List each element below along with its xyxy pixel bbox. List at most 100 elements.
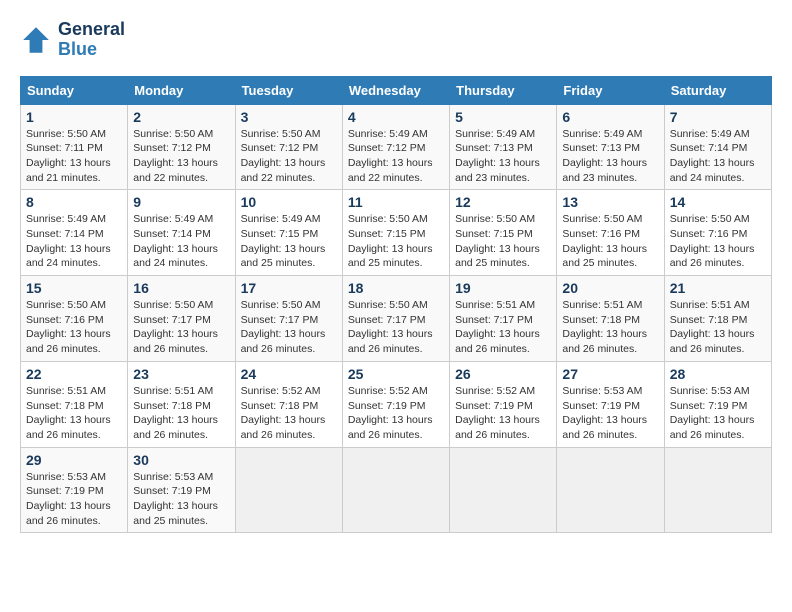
day-number: 1 (26, 109, 122, 125)
day-info: Sunrise: 5:50 AM Sunset: 7:15 PM Dayligh… (455, 212, 551, 271)
day-number: 11 (348, 194, 444, 210)
day-info: Sunrise: 5:50 AM Sunset: 7:17 PM Dayligh… (241, 298, 337, 357)
calendar-cell (450, 447, 557, 533)
day-number: 14 (670, 194, 766, 210)
day-number: 18 (348, 280, 444, 296)
calendar-cell: 26 Sunrise: 5:52 AM Sunset: 7:19 PM Dayli… (450, 361, 557, 447)
calendar-cell: 24 Sunrise: 5:52 AM Sunset: 7:18 PM Dayli… (235, 361, 342, 447)
calendar-cell: 16 Sunrise: 5:50 AM Sunset: 7:17 PM Dayli… (128, 276, 235, 362)
calendar-cell: 14 Sunrise: 5:50 AM Sunset: 7:16 PM Dayli… (664, 190, 771, 276)
day-info: Sunrise: 5:49 AM Sunset: 7:13 PM Dayligh… (562, 127, 658, 186)
day-info: Sunrise: 5:50 AM Sunset: 7:15 PM Dayligh… (348, 212, 444, 271)
calendar-cell: 15 Sunrise: 5:50 AM Sunset: 7:16 PM Dayli… (21, 276, 128, 362)
day-number: 9 (133, 194, 229, 210)
calendar-cell: 4 Sunrise: 5:49 AM Sunset: 7:12 PM Daylig… (342, 104, 449, 190)
calendar-cell: 20 Sunrise: 5:51 AM Sunset: 7:18 PM Dayli… (557, 276, 664, 362)
day-info: Sunrise: 5:49 AM Sunset: 7:13 PM Dayligh… (455, 127, 551, 186)
day-number: 26 (455, 366, 551, 382)
calendar-cell: 23Sunrise: 5:51 AM Sunset: 7:18 PM Dayli… (128, 361, 235, 447)
calendar-cell (235, 447, 342, 533)
day-info: Sunrise: 5:50 AM Sunset: 7:16 PM Dayligh… (26, 298, 122, 357)
calendar-cell: 27 Sunrise: 5:53 AM Sunset: 7:19 PM Dayli… (557, 361, 664, 447)
day-info: Sunrise: 5:49 AM Sunset: 7:14 PM Dayligh… (133, 212, 229, 271)
day-number: 10 (241, 194, 337, 210)
day-number: 15 (26, 280, 122, 296)
day-number: 8 (26, 194, 122, 210)
day-info: Sunrise: 5:49 AM Sunset: 7:15 PM Dayligh… (241, 212, 337, 271)
day-info: Sunrise: 5:50 AM Sunset: 7:12 PM Dayligh… (133, 127, 229, 186)
calendar-table: SundayMondayTuesdayWednesdayThursdayFrid… (20, 76, 772, 534)
day-number: 22 (26, 366, 122, 382)
day-info: Sunrise: 5:51 AM Sunset: 7:18 PM Dayligh… (562, 298, 658, 357)
calendar-cell: 6 Sunrise: 5:49 AM Sunset: 7:13 PM Daylig… (557, 104, 664, 190)
day-info: Sunrise: 5:49 AM Sunset: 7:12 PM Dayligh… (348, 127, 444, 186)
day-info: Sunrise: 5:50 AM Sunset: 7:17 PM Dayligh… (133, 298, 229, 357)
calendar-cell: 8 Sunrise: 5:49 AM Sunset: 7:14 PM Daylig… (21, 190, 128, 276)
day-number: 12 (455, 194, 551, 210)
day-info: Sunrise: 5:52 AM Sunset: 7:18 PM Dayligh… (241, 384, 337, 443)
calendar-cell: 18 Sunrise: 5:50 AM Sunset: 7:17 PM Dayli… (342, 276, 449, 362)
calendar-cell: 17 Sunrise: 5:50 AM Sunset: 7:17 PM Dayli… (235, 276, 342, 362)
day-info: Sunrise: 5:53 AM Sunset: 7:19 PM Dayligh… (133, 470, 229, 529)
calendar-cell (557, 447, 664, 533)
day-info: Sunrise: 5:53 AM Sunset: 7:19 PM Dayligh… (26, 470, 122, 529)
day-number: 7 (670, 109, 766, 125)
weekday-header-sunday: Sunday (21, 76, 128, 104)
day-number: 2 (133, 109, 229, 125)
day-number: 29 (26, 452, 122, 468)
weekday-header-tuesday: Tuesday (235, 76, 342, 104)
logo-icon (20, 24, 52, 56)
logo: General Blue (20, 20, 125, 60)
day-number: 16 (133, 280, 229, 296)
day-info: Sunrise: 5:50 AM Sunset: 7:16 PM Dayligh… (562, 212, 658, 271)
day-info: Sunrise: 5:50 AM Sunset: 7:12 PM Dayligh… (241, 127, 337, 186)
day-info: Sunrise: 5:50 AM Sunset: 7:16 PM Dayligh… (670, 212, 766, 271)
calendar-cell: 29 Sunrise: 5:53 AM Sunset: 7:19 PM Dayli… (21, 447, 128, 533)
calendar-cell: 13Sunrise: 5:50 AM Sunset: 7:16 PM Dayli… (557, 190, 664, 276)
calendar-cell: 1 Sunrise: 5:50 AM Sunset: 7:11 PM Daylig… (21, 104, 128, 190)
page-header: General Blue (20, 20, 772, 60)
weekday-header-thursday: Thursday (450, 76, 557, 104)
weekday-header-monday: Monday (128, 76, 235, 104)
day-number: 27 (562, 366, 658, 382)
day-number: 5 (455, 109, 551, 125)
calendar-cell (664, 447, 771, 533)
day-number: 3 (241, 109, 337, 125)
day-info: Sunrise: 5:50 AM Sunset: 7:11 PM Dayligh… (26, 127, 122, 186)
calendar-cell: 5 Sunrise: 5:49 AM Sunset: 7:13 PM Daylig… (450, 104, 557, 190)
day-number: 23 (133, 366, 229, 382)
day-info: Sunrise: 5:52 AM Sunset: 7:19 PM Dayligh… (348, 384, 444, 443)
day-number: 30 (133, 452, 229, 468)
day-number: 17 (241, 280, 337, 296)
calendar-cell: 21 Sunrise: 5:51 AM Sunset: 7:18 PM Dayli… (664, 276, 771, 362)
day-info: Sunrise: 5:51 AM Sunset: 7:18 PM Dayligh… (670, 298, 766, 357)
day-number: 25 (348, 366, 444, 382)
day-number: 21 (670, 280, 766, 296)
calendar-cell: 19 Sunrise: 5:51 AM Sunset: 7:17 PM Dayli… (450, 276, 557, 362)
calendar-cell: 3 Sunrise: 5:50 AM Sunset: 7:12 PM Daylig… (235, 104, 342, 190)
weekday-header-wednesday: Wednesday (342, 76, 449, 104)
day-number: 24 (241, 366, 337, 382)
day-number: 6 (562, 109, 658, 125)
day-info: Sunrise: 5:52 AM Sunset: 7:19 PM Dayligh… (455, 384, 551, 443)
calendar-cell: 10 Sunrise: 5:49 AM Sunset: 7:15 PM Dayli… (235, 190, 342, 276)
day-number: 4 (348, 109, 444, 125)
calendar-cell: 25 Sunrise: 5:52 AM Sunset: 7:19 PM Dayli… (342, 361, 449, 447)
day-info: Sunrise: 5:49 AM Sunset: 7:14 PM Dayligh… (670, 127, 766, 186)
day-info: Sunrise: 5:50 AM Sunset: 7:17 PM Dayligh… (348, 298, 444, 357)
calendar-cell: 11 Sunrise: 5:50 AM Sunset: 7:15 PM Dayli… (342, 190, 449, 276)
day-number: 19 (455, 280, 551, 296)
calendar-cell: 12 Sunrise: 5:50 AM Sunset: 7:15 PM Dayli… (450, 190, 557, 276)
calendar-cell: 22Sunrise: 5:51 AM Sunset: 7:18 PM Dayli… (21, 361, 128, 447)
day-info: Sunrise: 5:53 AM Sunset: 7:19 PM Dayligh… (562, 384, 658, 443)
calendar-cell: 2 Sunrise: 5:50 AM Sunset: 7:12 PM Daylig… (128, 104, 235, 190)
calendar-cell (342, 447, 449, 533)
day-number: 20 (562, 280, 658, 296)
calendar-cell: 28Sunrise: 5:53 AM Sunset: 7:19 PM Dayli… (664, 361, 771, 447)
weekday-header-friday: Friday (557, 76, 664, 104)
day-info: Sunrise: 5:53 AM Sunset: 7:19 PM Dayligh… (670, 384, 766, 443)
day-info: Sunrise: 5:49 AM Sunset: 7:14 PM Dayligh… (26, 212, 122, 271)
day-info: Sunrise: 5:51 AM Sunset: 7:17 PM Dayligh… (455, 298, 551, 357)
calendar-cell: 30 Sunrise: 5:53 AM Sunset: 7:19 PM Dayli… (128, 447, 235, 533)
calendar-cell: 7 Sunrise: 5:49 AM Sunset: 7:14 PM Daylig… (664, 104, 771, 190)
